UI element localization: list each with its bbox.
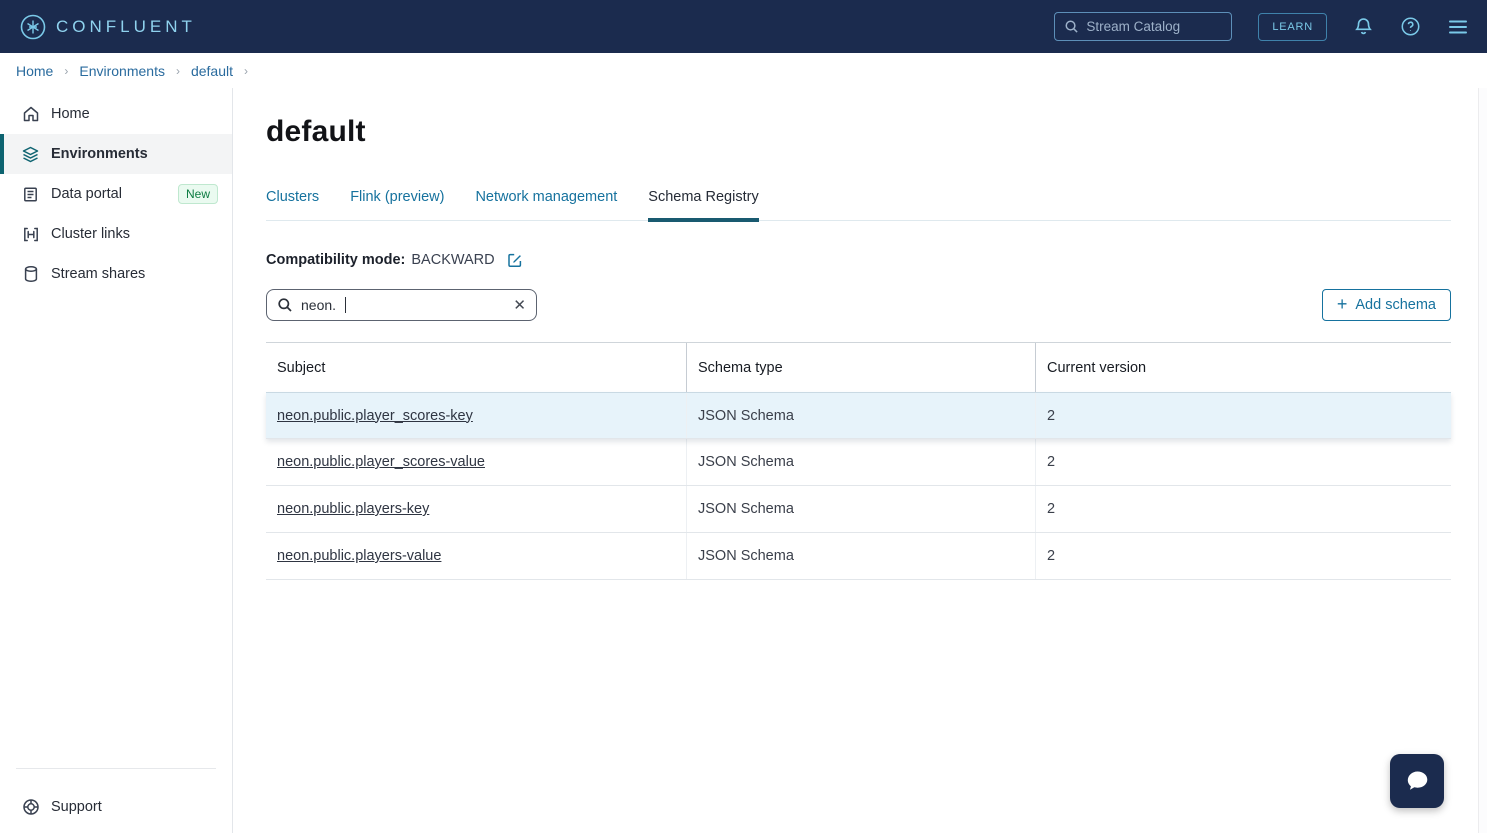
document-icon bbox=[21, 186, 40, 203]
table-row: neon.public.players-key JSON Schema 2 bbox=[266, 486, 1451, 533]
schema-subjects-table: Subject Schema type Current version neon… bbox=[266, 342, 1451, 580]
plus-icon: + bbox=[1337, 294, 1348, 315]
sidebar: Home Environments Data po bbox=[0, 88, 233, 833]
sidebar-item-label: Stream shares bbox=[51, 266, 145, 282]
chevron-right-icon: › bbox=[244, 64, 248, 78]
scrollbar-track[interactable] bbox=[1478, 88, 1487, 833]
edit-pencil-icon bbox=[507, 252, 523, 268]
subject-search-value: neon. bbox=[301, 297, 336, 313]
sidebar-item-label: Support bbox=[51, 799, 102, 815]
sidebar-item-label: Data portal bbox=[51, 186, 122, 202]
sidebar-item-stream-shares[interactable]: Stream shares bbox=[0, 254, 232, 294]
edit-compatibility-button[interactable] bbox=[507, 252, 523, 268]
confluent-logo[interactable]: CONFLUENT bbox=[20, 14, 196, 40]
current-version-cell: 2 bbox=[1036, 533, 1451, 579]
sidebar-item-support[interactable]: Support bbox=[0, 787, 232, 827]
current-version-cell: 2 bbox=[1036, 439, 1451, 485]
bell-icon bbox=[1353, 16, 1374, 37]
hamburger-icon bbox=[1447, 18, 1469, 36]
table-row: neon.public.player_scores-value JSON Sch… bbox=[266, 439, 1451, 486]
learn-button[interactable]: LEARN bbox=[1258, 13, 1327, 41]
sidebar-divider bbox=[16, 768, 216, 769]
home-icon bbox=[21, 105, 40, 123]
schema-type-cell: JSON Schema bbox=[687, 393, 1036, 438]
chevron-right-icon: › bbox=[176, 64, 180, 78]
search-icon bbox=[1064, 19, 1079, 34]
stream-catalog-search[interactable] bbox=[1054, 12, 1232, 41]
table-header-row: Subject Schema type Current version bbox=[266, 343, 1451, 392]
sidebar-item-data-portal[interactable]: Data portal New bbox=[0, 174, 232, 214]
chat-bubble-icon bbox=[1402, 767, 1432, 795]
table-row: neon.public.players-value JSON Schema 2 bbox=[266, 533, 1451, 580]
layers-icon bbox=[21, 145, 40, 164]
main-content: default Clusters Flink (preview) Network… bbox=[233, 88, 1487, 833]
subject-link[interactable]: neon.public.player_scores-value bbox=[277, 454, 485, 470]
subject-search-input[interactable]: neon. ✕ bbox=[266, 289, 537, 321]
database-icon bbox=[21, 265, 40, 283]
brand-wordmark: CONFLUENT bbox=[56, 17, 196, 37]
column-header-current-version: Current version bbox=[1036, 343, 1451, 392]
search-icon bbox=[277, 297, 293, 313]
stream-catalog-input[interactable] bbox=[1086, 19, 1222, 34]
link-brackets-icon bbox=[21, 226, 40, 243]
text-caret bbox=[345, 297, 346, 313]
page-title: default bbox=[266, 115, 1451, 149]
column-header-subject: Subject bbox=[266, 343, 687, 392]
close-icon: ✕ bbox=[513, 297, 526, 314]
tab-schema-registry[interactable]: Schema Registry bbox=[648, 189, 758, 222]
tab-flink-preview[interactable]: Flink (preview) bbox=[350, 189, 444, 222]
breadcrumb-home[interactable]: Home bbox=[16, 63, 53, 79]
sidebar-item-cluster-links[interactable]: Cluster links bbox=[0, 214, 232, 254]
chat-support-button[interactable] bbox=[1390, 754, 1444, 808]
confluent-burst-icon bbox=[20, 14, 46, 40]
sidebar-item-label: Cluster links bbox=[51, 226, 130, 242]
compatibility-mode-row: Compatibility mode: BACKWARD bbox=[266, 252, 1451, 268]
schema-type-cell: JSON Schema bbox=[687, 486, 1036, 532]
breadcrumb-default[interactable]: default bbox=[191, 63, 233, 79]
tab-network-management[interactable]: Network management bbox=[475, 189, 617, 222]
help-button[interactable] bbox=[1400, 16, 1421, 37]
add-schema-button[interactable]: + Add schema bbox=[1322, 289, 1451, 321]
table-row: neon.public.player_scores-key JSON Schem… bbox=[266, 392, 1451, 439]
top-navbar: CONFLUENT LEARN bbox=[0, 0, 1487, 53]
environment-tabs: Clusters Flink (preview) Network managem… bbox=[266, 189, 1451, 221]
compatibility-mode-value: BACKWARD bbox=[411, 252, 494, 268]
new-badge: New bbox=[178, 184, 218, 204]
schema-type-cell: JSON Schema bbox=[687, 533, 1036, 579]
compatibility-mode-label: Compatibility mode: bbox=[266, 252, 405, 268]
sidebar-item-home[interactable]: Home bbox=[0, 94, 232, 134]
sidebar-item-label: Home bbox=[51, 106, 90, 122]
breadcrumb-environments[interactable]: Environments bbox=[79, 63, 165, 79]
main-menu-button[interactable] bbox=[1447, 18, 1469, 36]
tab-clusters[interactable]: Clusters bbox=[266, 189, 319, 222]
clear-search-button[interactable]: ✕ bbox=[513, 298, 526, 313]
chevron-right-icon: › bbox=[64, 64, 68, 78]
sidebar-item-label: Environments bbox=[51, 146, 148, 162]
subject-link[interactable]: neon.public.player_scores-key bbox=[277, 408, 473, 424]
support-lifebuoy-icon bbox=[21, 798, 40, 816]
current-version-cell: 2 bbox=[1036, 486, 1451, 532]
question-circle-icon bbox=[1400, 16, 1421, 37]
breadcrumb: Home › Environments › default › bbox=[0, 53, 1487, 88]
schema-type-cell: JSON Schema bbox=[687, 439, 1036, 485]
subject-link[interactable]: neon.public.players-value bbox=[277, 548, 441, 564]
column-header-schema-type: Schema type bbox=[687, 343, 1036, 392]
notifications-button[interactable] bbox=[1353, 16, 1374, 37]
table-toolbar: neon. ✕ + Add schema bbox=[266, 289, 1451, 321]
subject-link[interactable]: neon.public.players-key bbox=[277, 501, 429, 517]
sidebar-item-environments[interactable]: Environments bbox=[0, 134, 232, 174]
current-version-cell: 2 bbox=[1036, 393, 1451, 438]
add-schema-label: Add schema bbox=[1355, 297, 1436, 313]
